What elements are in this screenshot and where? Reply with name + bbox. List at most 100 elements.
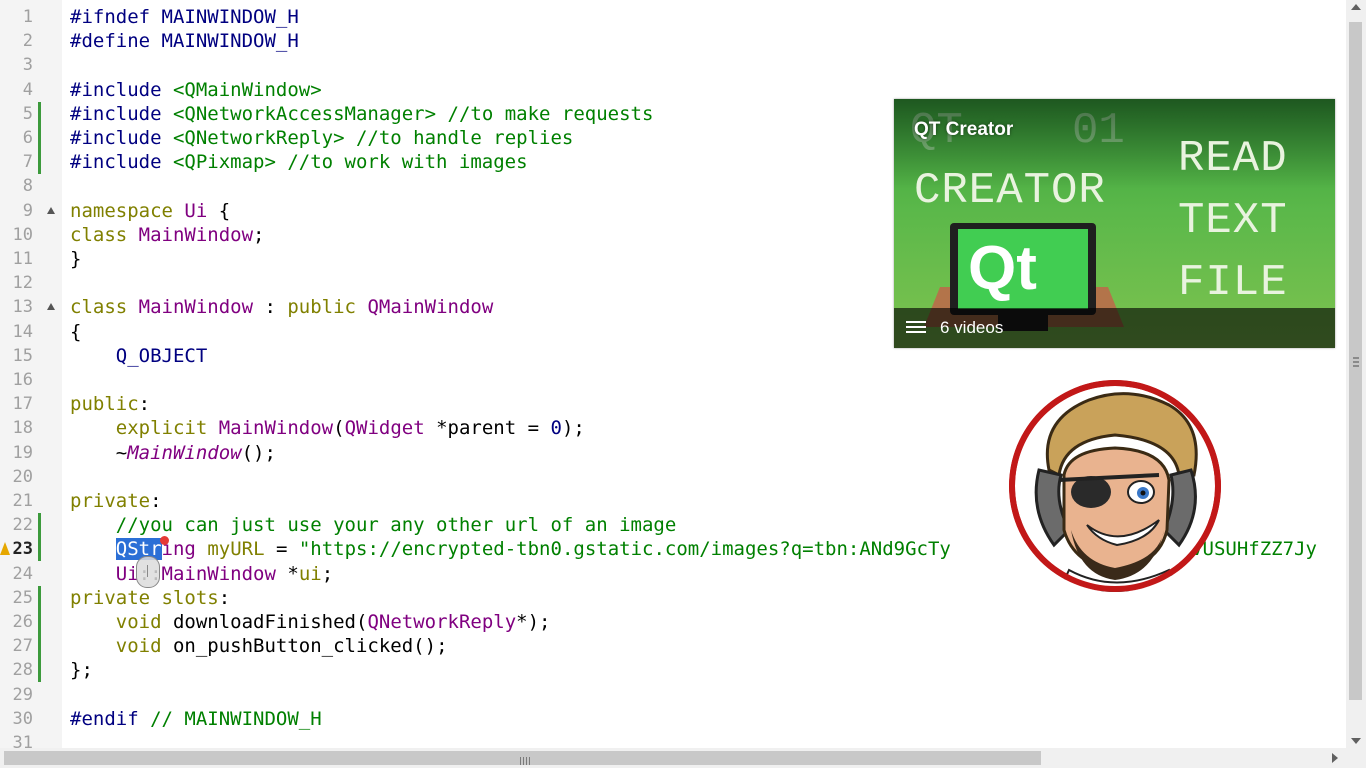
line-number: 7 xyxy=(22,152,33,173)
monitor-illustration: Qt xyxy=(950,223,1096,315)
code-token: // MAINWINDOW_H xyxy=(150,707,322,730)
change-marker xyxy=(38,658,41,683)
line-number: 12 xyxy=(12,273,33,294)
code-text[interactable]: { xyxy=(70,320,81,344)
line-number: 15 xyxy=(12,345,33,366)
playlist-card[interactable]: QT 01 QT Creator CREATOR READ TEXT FILE … xyxy=(894,99,1335,348)
code-line[interactable]: 31 xyxy=(0,731,1346,748)
code-token: (); xyxy=(241,441,276,464)
horizontal-scroll-thumb[interactable] xyxy=(4,751,1041,765)
fold-arrow-icon[interactable] xyxy=(47,206,55,214)
line-number: 22 xyxy=(12,515,33,536)
code-text[interactable]: } xyxy=(70,247,81,271)
line-number: 29 xyxy=(12,684,33,705)
code-line[interactable]: 3 xyxy=(0,53,1346,77)
line-number: 2 xyxy=(22,31,33,52)
code-text[interactable]: void on_pushButton_clicked(); xyxy=(70,634,448,658)
click-indicator-icon xyxy=(160,536,169,545)
code-text[interactable]: public: xyxy=(70,392,150,416)
code-token: : xyxy=(253,296,288,319)
code-token: = xyxy=(264,538,299,561)
code-text[interactable]: ~MainWindow(); xyxy=(70,441,276,465)
fold-arrow-icon[interactable] xyxy=(47,303,55,311)
playlist-title[interactable]: QT Creator xyxy=(914,119,1013,141)
code-line[interactable]: 27 void on_pushButton_clicked(); xyxy=(0,634,1346,659)
scroll-up-arrow-icon[interactable] xyxy=(1351,4,1361,10)
code-text[interactable]: #include <QMainWindow> xyxy=(70,78,322,102)
code-text[interactable]: #include <QNetworkAccessManager> //to ma… xyxy=(70,102,653,126)
code-token: //you can just use your any other url of… xyxy=(115,514,677,537)
code-text[interactable]: explicit MainWindow(QWidget *parent = 0)… xyxy=(70,416,585,440)
code-text[interactable]: #endif // MAINWINDOW_H xyxy=(70,707,322,731)
code-line[interactable]: 28}; xyxy=(0,658,1346,683)
code-token: MainWindow xyxy=(127,441,242,464)
line-number: 8 xyxy=(22,176,33,197)
code-token: ; xyxy=(253,223,265,246)
code-text[interactable]: #ifndef MAINWINDOW_H xyxy=(70,5,299,29)
line-number: 24 xyxy=(12,563,33,584)
card-text-file: FILE xyxy=(1178,258,1288,308)
scroll-right-arrow-icon[interactable] xyxy=(1332,753,1338,763)
code-token: * xyxy=(275,562,299,585)
line-number: 31 xyxy=(12,733,33,748)
code-text[interactable]: }; xyxy=(70,658,93,682)
code-token: explicit xyxy=(115,417,219,440)
code-text[interactable]: //you can just use your any other url of… xyxy=(70,513,677,537)
line-number: 21 xyxy=(12,491,33,511)
code-token: ~ xyxy=(70,441,128,464)
code-text[interactable]: Q_OBJECT xyxy=(70,344,208,368)
code-token: MainWindow xyxy=(218,417,334,440)
code-line[interactable]: 2 #define MAINWINDOW_H xyxy=(0,29,1346,53)
code-line[interactable]: 1 #ifndef MAINWINDOW_H xyxy=(0,5,1346,29)
code-token: QNetworkReply xyxy=(367,611,517,633)
code-text[interactable]: private: xyxy=(70,489,162,513)
code-token: MainWindow xyxy=(161,562,276,585)
line-number: 17 xyxy=(12,394,33,415)
change-marker xyxy=(38,126,41,150)
mouse-cursor-icon xyxy=(136,536,169,588)
code-token: #include xyxy=(70,127,173,149)
line-number: 30 xyxy=(12,708,33,729)
playlist-icon xyxy=(906,321,926,335)
scroll-down-arrow-icon[interactable] xyxy=(1351,738,1361,744)
code-token: : xyxy=(218,586,231,609)
card-text-read: READ xyxy=(1178,134,1288,184)
change-marker xyxy=(38,513,41,538)
code-token: ; xyxy=(321,562,334,585)
code-text[interactable]: #include <QPixmap> //to work with images xyxy=(70,150,528,174)
line-number: 19 xyxy=(12,442,33,463)
code-line[interactable]: 25 private slots: xyxy=(0,585,1346,610)
code-token: class xyxy=(70,223,139,246)
code-text[interactable]: #include <QNetworkReply> //to handle rep… xyxy=(70,126,573,150)
code-token: *); xyxy=(516,611,551,633)
channel-avatar[interactable] xyxy=(1009,380,1221,592)
code-text[interactable]: private slots: xyxy=(70,586,230,610)
scrollbar-corner xyxy=(1346,748,1366,768)
horizontal-scrollbar[interactable] xyxy=(0,748,1346,768)
qt-logo-icon: Qt xyxy=(968,234,1037,303)
line-number: 1 xyxy=(22,7,33,27)
code-text[interactable]: void downloadFinished(QNetworkReply*); xyxy=(70,610,551,634)
code-token: Q_OBJECT xyxy=(115,344,208,367)
code-text[interactable]: namespace Ui { xyxy=(70,199,230,223)
code-line[interactable]: 26 void downloadFinished(QNetworkReply*)… xyxy=(0,610,1346,634)
code-line[interactable]: 30 #endif // MAINWINDOW_H xyxy=(0,707,1346,731)
vertical-scrollbar[interactable] xyxy=(1346,0,1366,748)
code-text[interactable]: class MainWindow : public QMainWindow xyxy=(70,295,493,319)
line-number: 9 xyxy=(22,200,33,221)
code-line[interactable]: 29 xyxy=(0,683,1346,707)
code-text[interactable]: class MainWindow; xyxy=(70,223,264,247)
code-line[interactable]: 4 #include <QMainWindow> xyxy=(0,78,1346,102)
code-token: <QNetworkAccessManager> xyxy=(172,102,437,125)
change-marker xyxy=(38,101,41,126)
code-token: void xyxy=(115,635,173,658)
warning-icon[interactable] xyxy=(0,542,10,556)
change-marker xyxy=(38,537,41,562)
code-text[interactable]: #define MAINWINDOW_H xyxy=(70,29,299,53)
code-text[interactable]: Ui::MainWindow *ui; xyxy=(70,562,333,586)
video-count: 6 videos xyxy=(940,318,1004,337)
code-token: public xyxy=(70,393,139,416)
line-number: 6 xyxy=(22,128,33,148)
